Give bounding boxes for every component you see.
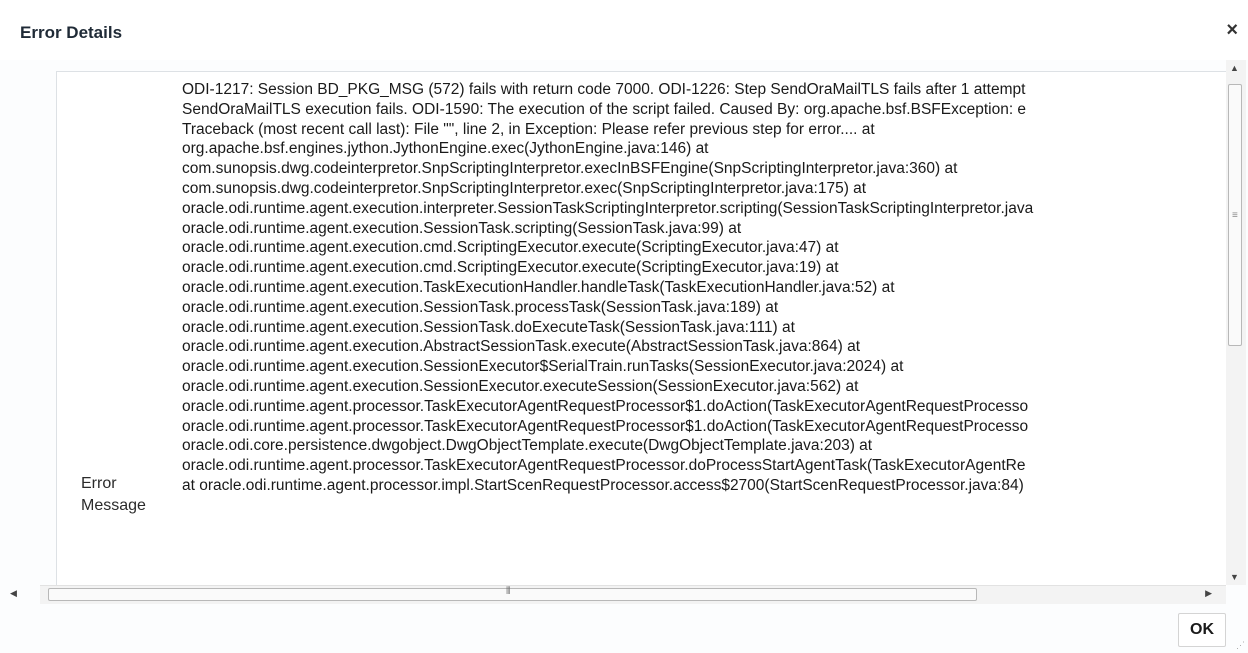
error-message-text: ODI-1217: Session BD_PKG_MSG (572) fails… [182, 81, 1034, 494]
horizontal-scrollbar[interactable]: ◀ ⦀ ▶ [10, 585, 1226, 604]
close-icon[interactable]: × [1226, 20, 1238, 40]
vertical-grip-icon: ≡ [1232, 210, 1238, 221]
scroll-left-arrow-icon[interactable]: ◀ [10, 588, 17, 599]
error-message-label: Error Message [81, 475, 146, 514]
error-message-panel: Error Message ODI-1217: Session BD_PKG_M… [56, 71, 1227, 587]
scroll-right-arrow-icon[interactable]: ▶ [1205, 588, 1212, 599]
ok-button[interactable]: OK [1178, 613, 1226, 647]
dialog-titlebar: Error Details × [0, 0, 1248, 60]
horizontal-scroll-thumb[interactable]: ⦀ [48, 586, 977, 601]
dialog-title: Error Details [20, 23, 123, 42]
vertical-scroll-thumb[interactable]: ≡ [1228, 84, 1242, 346]
scroll-up-arrow-icon[interactable]: ▲ [1230, 63, 1239, 73]
horizontal-grip-icon: ⦀ [506, 586, 511, 597]
resize-grip-icon[interactable]: ⋰ [1236, 640, 1245, 651]
vertical-scrollbar[interactable]: ▲ ≡ ▼ [1226, 60, 1246, 585]
scroll-down-arrow-icon[interactable]: ▼ [1230, 572, 1239, 582]
